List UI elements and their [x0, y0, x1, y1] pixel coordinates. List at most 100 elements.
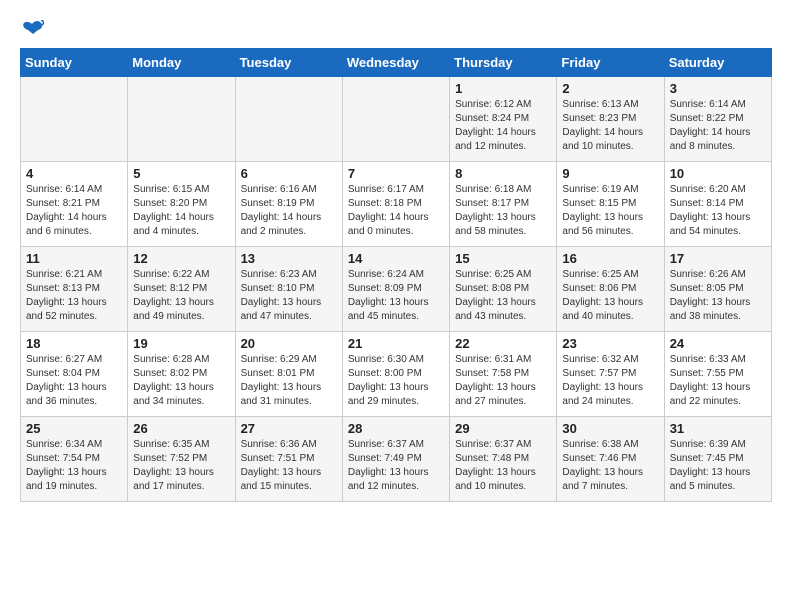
- calendar-cell: 11 Sunrise: 6:21 AM Sunset: 8:13 PM Dayli…: [21, 247, 128, 332]
- day-info: Sunrise: 6:13 AM Sunset: 8:23 PM Dayligh…: [562, 99, 643, 152]
- day-number: 22: [455, 336, 551, 351]
- day-info: Sunrise: 6:25 AM Sunset: 8:08 PM Dayligh…: [455, 269, 536, 322]
- day-info: Sunrise: 6:20 AM Sunset: 8:14 PM Dayligh…: [670, 184, 751, 237]
- day-number: 21: [348, 336, 444, 351]
- weekday-header-sunday: Sunday: [21, 49, 128, 77]
- calendar-cell: 9Sunrise: 6:19 AM Sunset: 8:15 PM Daylig…: [557, 162, 664, 247]
- calendar-cell: [21, 77, 128, 162]
- day-number: 29: [455, 421, 551, 436]
- calendar-cell: 15Sunrise: 6:25 AM Sunset: 8:08 PM Dayli…: [450, 247, 557, 332]
- day-info: Sunrise: 6:36 AM Sunset: 7:51 PM Dayligh…: [241, 439, 322, 492]
- day-info: Sunrise: 6:12 AM Sunset: 8:24 PM Dayligh…: [455, 99, 536, 152]
- day-info: Sunrise: 6:25 AM Sunset: 8:06 PM Dayligh…: [562, 269, 643, 322]
- day-number: 2: [562, 81, 658, 96]
- logo: [20, 20, 44, 38]
- day-info: Sunrise: 6:35 AM Sunset: 7:52 PM Dayligh…: [133, 439, 214, 492]
- day-number: 16: [562, 251, 658, 266]
- calendar-cell: 27 Sunrise: 6:36 AM Sunset: 7:51 PM Dayli…: [235, 417, 342, 502]
- weekday-header-monday: Monday: [128, 49, 235, 77]
- day-number: 7: [348, 166, 444, 181]
- calendar-cell: 3 Sunrise: 6:14 AM Sunset: 8:22 PM Daylig…: [664, 77, 771, 162]
- day-number: 23: [562, 336, 658, 351]
- day-number: 28: [348, 421, 444, 436]
- day-number: 18: [26, 336, 122, 351]
- day-number: 17: [670, 251, 766, 266]
- day-info: Sunrise: 6:15 AM Sunset: 8:20 PM Dayligh…: [133, 184, 214, 237]
- day-info: Sunrise: 6:38 AM Sunset: 7:46 PM Dayligh…: [562, 439, 643, 492]
- calendar-cell: [342, 77, 449, 162]
- calendar-cell: 29Sunrise: 6:37 AM Sunset: 7:48 PM Dayli…: [450, 417, 557, 502]
- day-number: 5: [133, 166, 229, 181]
- day-info: Sunrise: 6:37 AM Sunset: 7:49 PM Dayligh…: [348, 439, 429, 492]
- day-info: Sunrise: 6:21 AM Sunset: 8:13 PM Dayligh…: [26, 269, 107, 322]
- calendar-cell: 21 Sunrise: 6:30 AM Sunset: 8:00 PM Dayli…: [342, 332, 449, 417]
- day-info: Sunrise: 6:17 AM Sunset: 8:18 PM Dayligh…: [348, 184, 429, 237]
- calendar-cell: 31 Sunrise: 6:39 AM Sunset: 7:45 PM Dayli…: [664, 417, 771, 502]
- day-number: 3: [670, 81, 766, 96]
- day-number: 20: [241, 336, 337, 351]
- day-number: 10: [670, 166, 766, 181]
- day-number: 1: [455, 81, 551, 96]
- day-info: Sunrise: 6:16 AM Sunset: 8:19 PM Dayligh…: [241, 184, 322, 237]
- day-number: 24: [670, 336, 766, 351]
- day-info: Sunrise: 6:24 AM Sunset: 8:09 PM Dayligh…: [348, 269, 429, 322]
- day-number: 19: [133, 336, 229, 351]
- weekday-header-thursday: Thursday: [450, 49, 557, 77]
- calendar-cell: 7 Sunrise: 6:17 AM Sunset: 8:18 PM Daylig…: [342, 162, 449, 247]
- day-info: Sunrise: 6:32 AM Sunset: 7:57 PM Dayligh…: [562, 354, 643, 407]
- day-info: Sunrise: 6:19 AM Sunset: 8:15 PM Dayligh…: [562, 184, 643, 237]
- calendar-cell: 20 Sunrise: 6:29 AM Sunset: 8:01 PM Dayli…: [235, 332, 342, 417]
- day-info: Sunrise: 6:33 AM Sunset: 7:55 PM Dayligh…: [670, 354, 751, 407]
- calendar-cell: 26 Sunrise: 6:35 AM Sunset: 7:52 PM Dayli…: [128, 417, 235, 502]
- calendar-cell: 28 Sunrise: 6:37 AM Sunset: 7:49 PM Dayli…: [342, 417, 449, 502]
- weekday-header-saturday: Saturday: [664, 49, 771, 77]
- weekday-header-tuesday: Tuesday: [235, 49, 342, 77]
- day-number: 31: [670, 421, 766, 436]
- day-info: Sunrise: 6:29 AM Sunset: 8:01 PM Dayligh…: [241, 354, 322, 407]
- day-info: Sunrise: 6:23 AM Sunset: 8:10 PM Dayligh…: [241, 269, 322, 322]
- day-number: 14: [348, 251, 444, 266]
- calendar-cell: 8 Sunrise: 6:18 AM Sunset: 8:17 PM Daylig…: [450, 162, 557, 247]
- day-info: Sunrise: 6:27 AM Sunset: 8:04 PM Dayligh…: [26, 354, 107, 407]
- day-info: Sunrise: 6:31 AM Sunset: 7:58 PM Dayligh…: [455, 354, 536, 407]
- logo-bird-icon: [22, 20, 44, 38]
- calendar-cell: 23 Sunrise: 6:32 AM Sunset: 7:57 PM Dayli…: [557, 332, 664, 417]
- day-info: Sunrise: 6:14 AM Sunset: 8:21 PM Dayligh…: [26, 184, 107, 237]
- day-info: Sunrise: 6:18 AM Sunset: 8:17 PM Dayligh…: [455, 184, 536, 237]
- day-info: Sunrise: 6:39 AM Sunset: 7:45 PM Dayligh…: [670, 439, 751, 492]
- calendar-cell: 18 Sunrise: 6:27 AM Sunset: 8:04 PM Dayli…: [21, 332, 128, 417]
- day-info: Sunrise: 6:30 AM Sunset: 8:00 PM Dayligh…: [348, 354, 429, 407]
- calendar-cell: 2 Sunrise: 6:13 AM Sunset: 8:23 PM Daylig…: [557, 77, 664, 162]
- calendar-cell: 16 Sunrise: 6:25 AM Sunset: 8:06 PM Dayli…: [557, 247, 664, 332]
- day-number: 25: [26, 421, 122, 436]
- day-info: Sunrise: 6:14 AM Sunset: 8:22 PM Dayligh…: [670, 99, 751, 152]
- day-number: 8: [455, 166, 551, 181]
- calendar-cell: 1 Sunrise: 6:12 AM Sunset: 8:24 PM Daylig…: [450, 77, 557, 162]
- calendar-cell: [128, 77, 235, 162]
- day-number: 27: [241, 421, 337, 436]
- calendar-table: SundayMondayTuesdayWednesdayThursdayFrid…: [20, 48, 772, 502]
- day-info: Sunrise: 6:22 AM Sunset: 8:12 PM Dayligh…: [133, 269, 214, 322]
- day-number: 11: [26, 251, 122, 266]
- weekday-header-wednesday: Wednesday: [342, 49, 449, 77]
- day-number: 6: [241, 166, 337, 181]
- day-number: 13: [241, 251, 337, 266]
- calendar-cell: 6 Sunrise: 6:16 AM Sunset: 8:19 PM Daylig…: [235, 162, 342, 247]
- day-info: Sunrise: 6:28 AM Sunset: 8:02 PM Dayligh…: [133, 354, 214, 407]
- day-number: 30: [562, 421, 658, 436]
- day-number: 12: [133, 251, 229, 266]
- calendar-cell: [235, 77, 342, 162]
- calendar-cell: 4 Sunrise: 6:14 AM Sunset: 8:21 PM Daylig…: [21, 162, 128, 247]
- day-info: Sunrise: 6:26 AM Sunset: 8:05 PM Dayligh…: [670, 269, 751, 322]
- day-number: 26: [133, 421, 229, 436]
- weekday-header-friday: Friday: [557, 49, 664, 77]
- calendar-cell: 5 Sunrise: 6:15 AM Sunset: 8:20 PM Daylig…: [128, 162, 235, 247]
- calendar-cell: 10 Sunrise: 6:20 AM Sunset: 8:14 PM Dayli…: [664, 162, 771, 247]
- day-number: 4: [26, 166, 122, 181]
- calendar-cell: 19 Sunrise: 6:28 AM Sunset: 8:02 PM Dayli…: [128, 332, 235, 417]
- calendar-cell: 12 Sunrise: 6:22 AM Sunset: 8:12 PM Dayli…: [128, 247, 235, 332]
- day-info: Sunrise: 6:34 AM Sunset: 7:54 PM Dayligh…: [26, 439, 107, 492]
- calendar-cell: 13 Sunrise: 6:23 AM Sunset: 8:10 PM Dayli…: [235, 247, 342, 332]
- calendar-cell: 17 Sunrise: 6:26 AM Sunset: 8:05 PM Dayli…: [664, 247, 771, 332]
- calendar-cell: 14 Sunrise: 6:24 AM Sunset: 8:09 PM Dayli…: [342, 247, 449, 332]
